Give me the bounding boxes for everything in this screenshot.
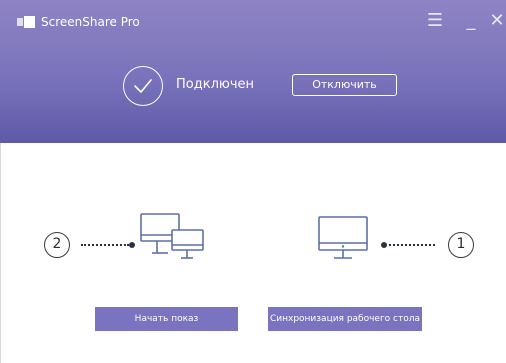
step-2-connector (81, 244, 129, 246)
window-border (0, 143, 1, 363)
app-logo-icon (17, 16, 35, 28)
checkmark-icon (134, 79, 152, 93)
title-bar: ScreenShare Pro ☰ _ ✕ (0, 0, 506, 32)
devices-icon (140, 213, 204, 259)
step-1-connector (385, 244, 435, 246)
step-2-badge: 2 (44, 232, 70, 258)
connection-status-label: Подключен (176, 77, 254, 92)
desktop-monitor-icon (318, 216, 368, 259)
step-1-badge: 1 (448, 232, 474, 258)
desktop-sync-button[interactable]: Синхронизация рабочего стола (268, 307, 422, 331)
start-sharing-button[interactable]: Начать показ (95, 307, 238, 331)
close-button[interactable]: ✕ (486, 10, 506, 32)
step-2-connector-end (129, 242, 135, 248)
header-panel: ScreenShare Pro ☰ _ ✕ Подключен Отключит… (0, 0, 506, 143)
connected-status-icon (123, 66, 163, 106)
disconnect-button[interactable]: Отключить (292, 74, 397, 96)
app-title: ScreenShare Pro (41, 15, 140, 29)
minimize-button[interactable]: _ (460, 10, 482, 32)
app-window: ScreenShare Pro ☰ _ ✕ Подключен Отключит… (0, 0, 506, 363)
menu-button[interactable]: ☰ (424, 10, 446, 32)
